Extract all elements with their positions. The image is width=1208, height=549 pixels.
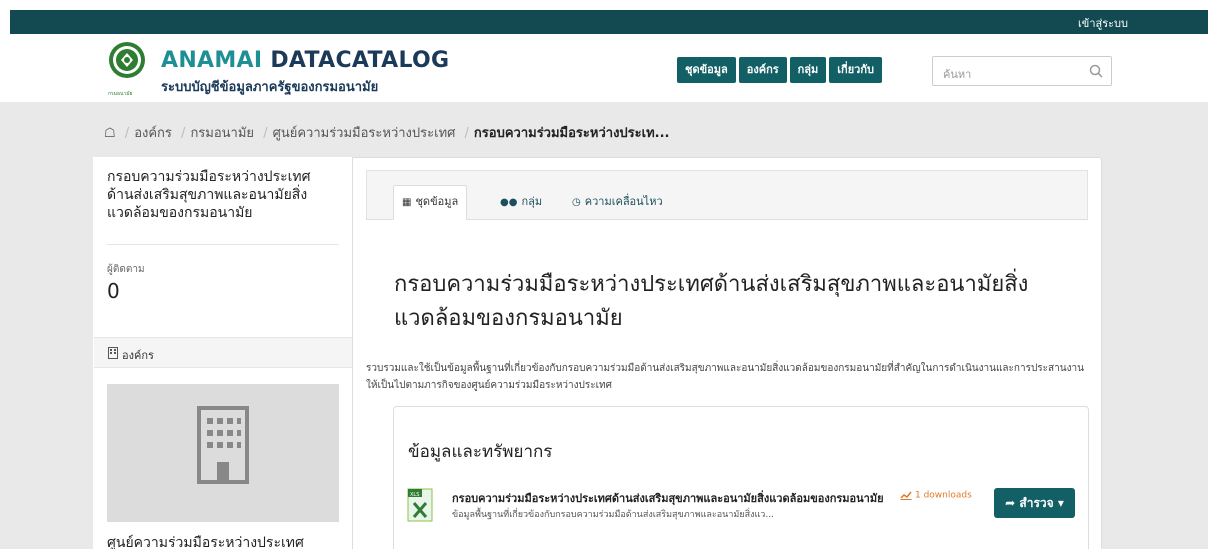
followers-label: ผู้ติดตาม (107, 264, 145, 275)
sidebar-divider (107, 244, 339, 245)
resource-name[interactable]: กรอบความร่วมมือระหว่างประเทศด้านส่งเสริม… (452, 489, 884, 507)
building-icon (108, 347, 118, 359)
dataset-description: รวบรวมและใช้เป็นข้อมูลพื้นฐานที่เกี่ยวข้… (366, 363, 1084, 391)
search-placeholder: ค้นหา (943, 68, 972, 81)
breadcrumb-center[interactable]: ศูนย์ความร่วมมือระหว่างประเทศ (273, 126, 456, 141)
caret-down-icon: ▾ (1057, 496, 1064, 510)
breadcrumb-organizations[interactable]: องค์กร (134, 126, 172, 141)
breadcrumb: ☖ / องค์กร / กรมอนามัย / ศูนย์ความร่วมมือระ… (104, 126, 670, 141)
explore-button[interactable]: ➦ สำรวจ ▾ (994, 488, 1075, 518)
nav-groups-button[interactable]: กลุ่ม (789, 57, 827, 83)
top-bar: เข้าสู่ระบบ (10, 10, 1208, 34)
nav-organizations-button[interactable]: องค์กร (738, 57, 787, 83)
organization-heading: องค์กร (94, 337, 352, 368)
search-icon[interactable] (1089, 64, 1103, 78)
share-arrow-icon: ➦ (1005, 496, 1016, 510)
search-input[interactable]: ค้นหา (932, 56, 1112, 86)
users-icon: ●● (500, 197, 518, 208)
tab-datasets[interactable]: ▦ ชุดข้อมูล (393, 185, 468, 220)
breadcrumb-current[interactable]: กรอบความร่วมมือระหว่างประเท... (474, 126, 670, 141)
login-link[interactable]: เข้าสู่ระบบ (1078, 14, 1128, 32)
resources-heading: ข้อมูลและทรัพยากร (408, 442, 553, 462)
home-icon[interactable]: ☖ (104, 126, 116, 141)
building-placeholder-icon (197, 406, 249, 484)
organization-name[interactable]: ศูนย์ความร่วมมือระหว่างประเทศ (107, 532, 304, 549)
dataset-tabs: ▦ ชุดข้อมูล ●● กลุ่ม ◷ ความเคลื่อนไหว (366, 170, 1088, 220)
site-subtitle: ระบบบัญชีข้อมูลภาครัฐของกรมอนามัย (161, 80, 379, 95)
excel-file-icon[interactable]: XLS (406, 487, 436, 523)
site-title[interactable]: ANAMAI DATACATALOG (161, 48, 449, 73)
organization-heading-label: องค์กร (122, 349, 154, 362)
clock-icon: ◷ (572, 197, 581, 208)
main-nav: ชุดข้อมูล องค์กร กลุ่ม เกี่ยวกับ (677, 57, 882, 83)
logo-caption: กรมอนามัย (108, 91, 133, 97)
nav-about-button[interactable]: เกี่ยวกับ (829, 57, 882, 83)
resources-panel (393, 406, 1089, 549)
resource-description: ข้อมูลพื้นฐานที่เกี่ยวข้องกับกรอบความร่ว… (452, 510, 774, 520)
tab-activity[interactable]: ◷ ความเคลื่อนไหว (564, 186, 671, 221)
file-format-label: XLS (410, 492, 419, 498)
followers-count: 0 (107, 279, 120, 303)
breadcrumb-department[interactable]: กรมอนามัย (190, 126, 254, 141)
download-count: 1 downloads (900, 490, 972, 501)
ministry-logo-icon[interactable] (104, 40, 150, 84)
dataset-title: กรอบความร่วมมือระหว่างประเทศด้านส่งเสริม… (394, 272, 1029, 331)
organization-image[interactable] (107, 384, 339, 522)
tab-groups[interactable]: ●● กลุ่ม (492, 186, 550, 221)
sitemap-icon: ▦ (402, 197, 412, 208)
sidebar-title: กรอบความร่วมมือระหว่างประเทศด้านส่งเสริม… (107, 169, 311, 221)
nav-datasets-button[interactable]: ชุดข้อมูล (677, 57, 736, 83)
line-chart-icon (900, 491, 912, 500)
